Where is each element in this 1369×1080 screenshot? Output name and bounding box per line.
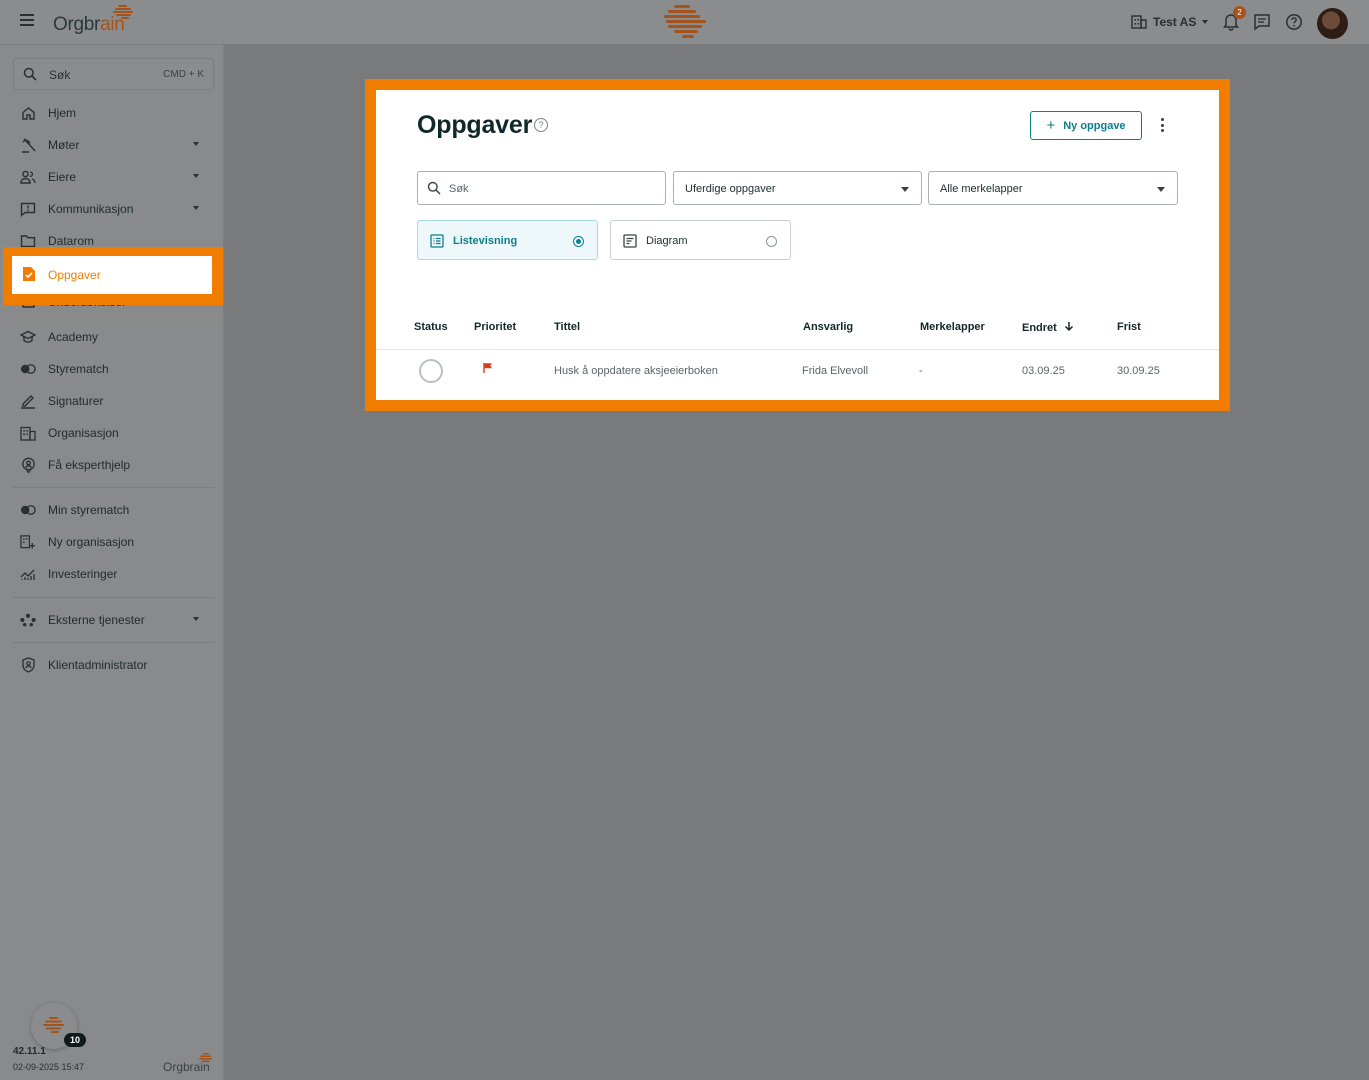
list-view-icon [430, 234, 444, 248]
search-icon [23, 67, 37, 81]
task-deadline: 30.09.25 [1117, 365, 1160, 377]
search-placeholder: Søk [49, 68, 71, 82]
assistant-badge: 10 [64, 1033, 86, 1047]
chevron-down-icon [901, 187, 909, 192]
sidebar-item-styrematch[interactable]: Styrematch [20, 359, 205, 379]
task-changed: 03.09.25 [1022, 365, 1065, 377]
chevron-down-icon [1202, 19, 1209, 24]
signature-icon [20, 393, 36, 409]
shield-icon [20, 657, 36, 673]
services-icon [20, 612, 36, 628]
brain-center-logo-icon [664, 5, 706, 38]
match-icon [20, 502, 36, 518]
announcement-icon [20, 201, 36, 217]
sidebar-item-organisasjon[interactable]: Organisasjon [20, 423, 205, 443]
version-date: 02-09-2025 15:47 [13, 1062, 85, 1072]
task-status-toggle[interactable] [419, 359, 443, 383]
priority-flag-icon [483, 363, 492, 373]
diagram-view-icon [623, 234, 637, 248]
column-header-changed[interactable]: Endret [1022, 321, 1074, 334]
column-header-priority[interactable]: Prioritet [474, 321, 516, 333]
radio-unselected[interactable] [766, 236, 777, 247]
sidebar-item-investeringer[interactable]: Investeringer [20, 564, 205, 584]
version-number: 42.11.1 [13, 1046, 46, 1057]
sidebar-item-oppgaver[interactable]: Oppgaver [12, 256, 212, 294]
tasks-card: Oppgaver ? + Ny oppgave Søk Uferdige opp… [376, 90, 1219, 400]
add-building-icon [20, 534, 36, 550]
chevron-down-icon [193, 142, 199, 146]
plus-icon: + [1046, 117, 1056, 134]
view-diagram-option[interactable]: Diagram [610, 220, 791, 260]
org-name: Test AS [1153, 14, 1197, 29]
column-header-tags[interactable]: Merkelapper [920, 321, 985, 333]
investment-chart-icon [20, 566, 36, 582]
task-search-input[interactable]: Søk [417, 171, 666, 205]
menu-icon[interactable] [20, 14, 34, 28]
sidebar-divider [13, 487, 214, 488]
column-header-responsible[interactable]: Ansvarlig [803, 321, 853, 333]
sidebar-item-academy[interactable]: Academy [20, 327, 205, 347]
help-icon[interactable]: ? [534, 118, 548, 132]
people-icon [20, 169, 36, 185]
chevron-down-icon [1157, 187, 1165, 192]
sidebar-item-eksperthjelp[interactable]: Få eksperthjelp [20, 455, 205, 475]
sidebar-item-min-styrematch[interactable]: Min styrematch [20, 500, 205, 520]
table-divider [376, 349, 1219, 350]
search-icon [427, 181, 441, 195]
column-header-deadline[interactable]: Frist [1117, 321, 1141, 333]
task-responsible: Frida Elvevoll [802, 365, 869, 377]
more-options-icon[interactable] [1160, 118, 1164, 132]
sidebar-item-kommunikasjon[interactable]: Kommunikasjon [20, 199, 205, 219]
column-header-status[interactable]: Status [414, 321, 448, 333]
sidebar-item-eiere[interactable]: Eiere [20, 167, 205, 187]
notification-badge: 2 [1233, 6, 1246, 19]
brain-logo-icon [113, 5, 133, 19]
arrow-down-icon [1064, 322, 1073, 332]
home-icon [20, 105, 36, 121]
new-task-button[interactable]: + Ny oppgave [1030, 111, 1142, 140]
sidebar-item-hjem[interactable]: Hjem [20, 103, 205, 123]
chevron-down-icon [193, 617, 199, 621]
task-tags: - [919, 365, 923, 377]
brain-logo-icon [199, 1053, 212, 1062]
sidebar-item-klientadministrator[interactable]: Klientadministrator [20, 655, 205, 675]
sidebar-item-eksterne-tjenester[interactable]: Eksterne tjenester [20, 610, 205, 630]
radio-selected[interactable] [573, 236, 584, 247]
graduation-cap-icon [20, 329, 36, 345]
column-header-title[interactable]: Tittel [554, 321, 580, 333]
sidebar-divider [13, 642, 214, 643]
top-bar: Orgbrain Test AS 2 [0, 0, 1369, 45]
task-icon [23, 267, 35, 281]
chevron-down-icon [193, 174, 199, 178]
user-avatar[interactable] [1317, 8, 1348, 39]
match-icon [20, 361, 36, 377]
gavel-icon [20, 137, 36, 153]
building-icon [20, 425, 36, 441]
view-list-option[interactable]: Listevisning [417, 220, 598, 260]
sidebar-divider [13, 597, 214, 598]
page-title: Oppgaver [417, 111, 533, 139]
sidebar-item-signaturer[interactable]: Signaturer [20, 391, 205, 411]
brain-logo-icon [43, 1017, 64, 1033]
task-title[interactable]: Husk å oppdatere aksjeeierboken [554, 365, 718, 377]
sidebar-item-moter[interactable]: Møter [20, 135, 205, 155]
chevron-down-icon [193, 206, 199, 210]
tag-filter-select[interactable]: Alle merkelapper [928, 171, 1178, 205]
chat-icon[interactable] [1253, 13, 1271, 31]
sidebar-search[interactable]: Søk CMD + K [13, 58, 214, 90]
help-icon[interactable] [1285, 13, 1303, 31]
expert-help-icon [20, 457, 36, 473]
status-filter-select[interactable]: Uferdige oppgaver [673, 171, 922, 205]
sidebar-item-ny-organisasjon[interactable]: Ny organisasjon [20, 532, 205, 552]
building-icon [1131, 15, 1147, 29]
search-shortcut: CMD + K [163, 69, 204, 80]
org-switcher[interactable]: Test AS [1131, 14, 1209, 29]
